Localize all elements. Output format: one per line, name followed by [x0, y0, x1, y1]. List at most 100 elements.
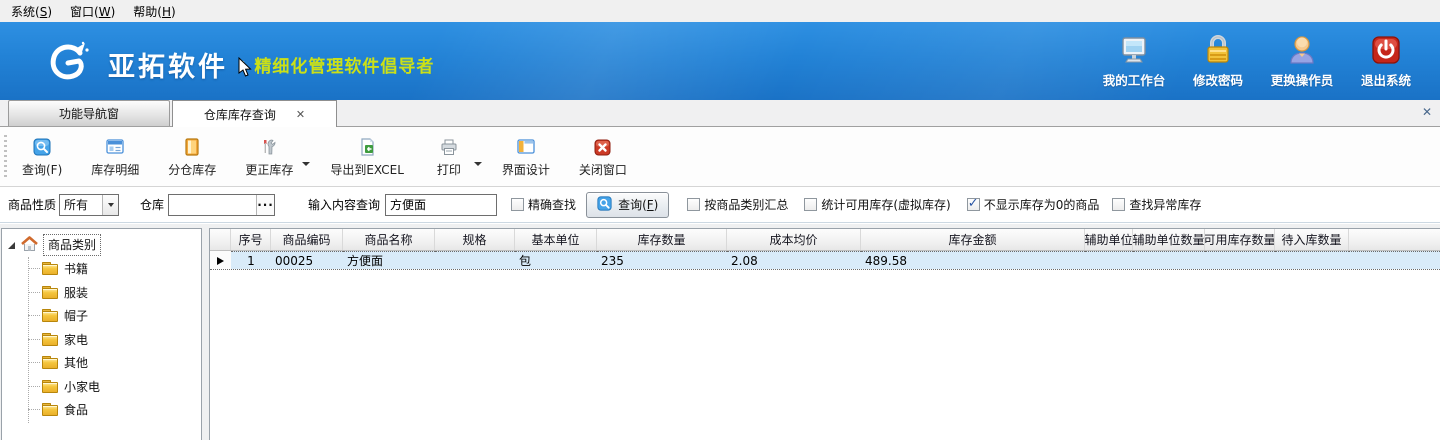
correct-stock-button[interactable]: 更正库存: [232, 133, 306, 180]
cell-available-qty: [1205, 251, 1275, 269]
tree-item-other[interactable]: 其他: [2, 351, 201, 375]
cell-base-unit: 包: [515, 251, 597, 269]
home-icon: [21, 236, 38, 255]
layout-design-icon: [517, 137, 535, 157]
col-header-product-code[interactable]: 商品编码: [271, 229, 343, 250]
cell-avg-cost: 2.08: [727, 251, 861, 269]
stock-detail-button[interactable]: 库存明细: [78, 133, 152, 180]
row-indicator: [210, 251, 231, 269]
warehouse-browse-button[interactable]: ···: [256, 195, 274, 215]
checkbox-icon: [511, 198, 524, 211]
col-header-pending-in-qty[interactable]: 待入库数量: [1275, 229, 1349, 250]
warehouse-label: 仓库: [140, 196, 164, 213]
row-indicator-header: [210, 229, 231, 250]
tree-root-label[interactable]: 商品类别: [43, 234, 101, 256]
tree-item-small-appliances[interactable]: 小家电: [2, 375, 201, 399]
tab-function-navigator[interactable]: 功能导航窗: [8, 100, 170, 126]
folder-icon: [42, 403, 58, 416]
my-workbench-button[interactable]: 我的工作台: [1092, 34, 1176, 89]
menu-help[interactable]: 帮助(H): [124, 1, 184, 22]
col-header-spec[interactable]: 规格: [435, 229, 515, 250]
print-button[interactable]: 打印: [420, 133, 478, 180]
product-nature-select[interactable]: 所有: [59, 194, 119, 216]
cell-aux-unit-qty: [1133, 251, 1205, 269]
checkbox-icon: [804, 198, 817, 211]
expander-icon[interactable]: [8, 242, 15, 249]
checkbox-icon: [967, 198, 980, 211]
col-header-aux-unit[interactable]: 辅助单位: [1085, 229, 1133, 250]
col-header-available-qty[interactable]: 可用库存数量: [1205, 229, 1275, 250]
tree-item-books[interactable]: 书籍: [2, 257, 201, 281]
menu-system[interactable]: 系统(S): [2, 1, 61, 22]
cell-aux-unit: [1085, 251, 1133, 269]
change-operator-button[interactable]: 更换操作员: [1260, 34, 1344, 89]
app-banner: 亚拓软件 · 精细化管理软件倡导者 我的工作台: [0, 22, 1440, 100]
brand-slogan: 精细化管理软件倡导者: [254, 52, 434, 77]
ui-design-button[interactable]: 界面设计: [489, 133, 563, 180]
tree-root-category[interactable]: 商品类别: [2, 233, 201, 257]
col-header-product-name[interactable]: 商品名称: [343, 229, 435, 250]
export-excel-button[interactable]: 导出到EXCEL: [317, 133, 417, 180]
warehouse-stock-button[interactable]: 分仓库存: [155, 133, 229, 180]
search-icon: [33, 137, 51, 157]
query-button[interactable]: 查询(F): [9, 133, 75, 180]
cell-pending-in-qty: [1275, 251, 1349, 269]
filter-bar: 商品性质 所有 仓库 ··· 输入内容查询 精确查找 查询(F) 按商品类别汇总…: [0, 187, 1440, 223]
table-row[interactable]: 1 00025 方便面 包 235 2.08 489.58: [210, 251, 1440, 270]
col-header-seq[interactable]: 序号: [231, 229, 271, 250]
cell-product-name: 方便面: [343, 251, 435, 269]
checkbox-icon: [687, 198, 700, 211]
tree-item-clothing[interactable]: 服装: [2, 281, 201, 305]
folder-icon: [42, 333, 58, 346]
cell-filler: [1349, 251, 1440, 269]
tree-item-hats[interactable]: 帽子: [2, 304, 201, 328]
col-header-filler: [1349, 229, 1440, 250]
virtual-stock-checkbox[interactable]: 统计可用库存(虚拟库存): [804, 196, 950, 213]
stock-grid: 序号 商品编码 商品名称 规格 基本单位 库存数量 成本均价 库存金额 辅助单位…: [209, 228, 1440, 440]
tree-item-food[interactable]: 食品: [2, 398, 201, 422]
col-header-avg-cost[interactable]: 成本均价: [727, 229, 861, 250]
toolbar: 查询(F) 库存明细: [0, 127, 1440, 187]
col-header-stock-qty[interactable]: 库存数量: [597, 229, 727, 250]
mouse-cursor: [237, 57, 253, 82]
toolbar-grip-handle[interactable]: [4, 135, 7, 178]
tab-strip: 功能导航窗 仓库库存查询 ✕ ✕: [0, 100, 1440, 127]
hide-zero-stock-checkbox[interactable]: 不显示库存为0的商品: [967, 196, 1100, 213]
group-by-category-checkbox[interactable]: 按商品类别汇总: [687, 196, 788, 213]
col-header-aux-unit-qty[interactable]: 辅助单位数量: [1133, 229, 1205, 250]
select-dropdown-button[interactable]: [102, 195, 118, 215]
folder-icon: [42, 286, 58, 299]
folder-icon: [42, 309, 58, 322]
grid-header-row: 序号 商品编码 商品名称 规格 基本单位 库存数量 成本均价 库存金额 辅助单位…: [210, 229, 1440, 251]
chevron-down-icon: [108, 203, 114, 207]
print-dropdown[interactable]: [472, 137, 484, 177]
col-header-stock-amount[interactable]: 库存金额: [861, 229, 1085, 250]
abnormal-stock-checkbox[interactable]: 查找异常库存: [1112, 196, 1201, 213]
col-header-base-unit[interactable]: 基本单位: [515, 229, 597, 250]
warehouse-input[interactable]: [169, 195, 256, 215]
checkbox-icon: [1112, 198, 1125, 211]
operator-icon: [1287, 34, 1317, 66]
search-field: [385, 194, 497, 216]
tabstrip-close-icon[interactable]: ✕: [1422, 105, 1432, 119]
cell-spec: [435, 251, 515, 269]
exit-system-button[interactable]: 退出系统: [1344, 34, 1428, 89]
lock-icon: [1204, 34, 1232, 66]
tree-item-appliances[interactable]: 家电: [2, 328, 201, 352]
power-icon: [1371, 34, 1401, 66]
product-nature-label: 商品性质: [8, 196, 56, 213]
menu-bar: 系统(S) 窗口(W) 帮助(H): [0, 0, 1440, 22]
filter-query-button[interactable]: 查询(F): [586, 192, 669, 218]
change-password-button[interactable]: 修改密码: [1176, 34, 1260, 89]
search-input[interactable]: [386, 195, 496, 215]
banner-actions: 我的工作台 修改密码 更换操作员: [1092, 34, 1428, 89]
close-window-button[interactable]: 关闭窗口: [566, 133, 640, 180]
tab-close-icon[interactable]: ✕: [296, 108, 305, 121]
correct-stock-dropdown[interactable]: [300, 137, 312, 177]
warehouse-field: ···: [168, 194, 275, 216]
warehouse-book-icon: [184, 137, 200, 157]
folder-icon: [42, 262, 58, 275]
tab-warehouse-stock-query[interactable]: 仓库库存查询 ✕: [172, 100, 337, 127]
exact-search-checkbox[interactable]: 精确查找: [511, 196, 576, 213]
menu-window[interactable]: 窗口(W): [61, 1, 124, 22]
